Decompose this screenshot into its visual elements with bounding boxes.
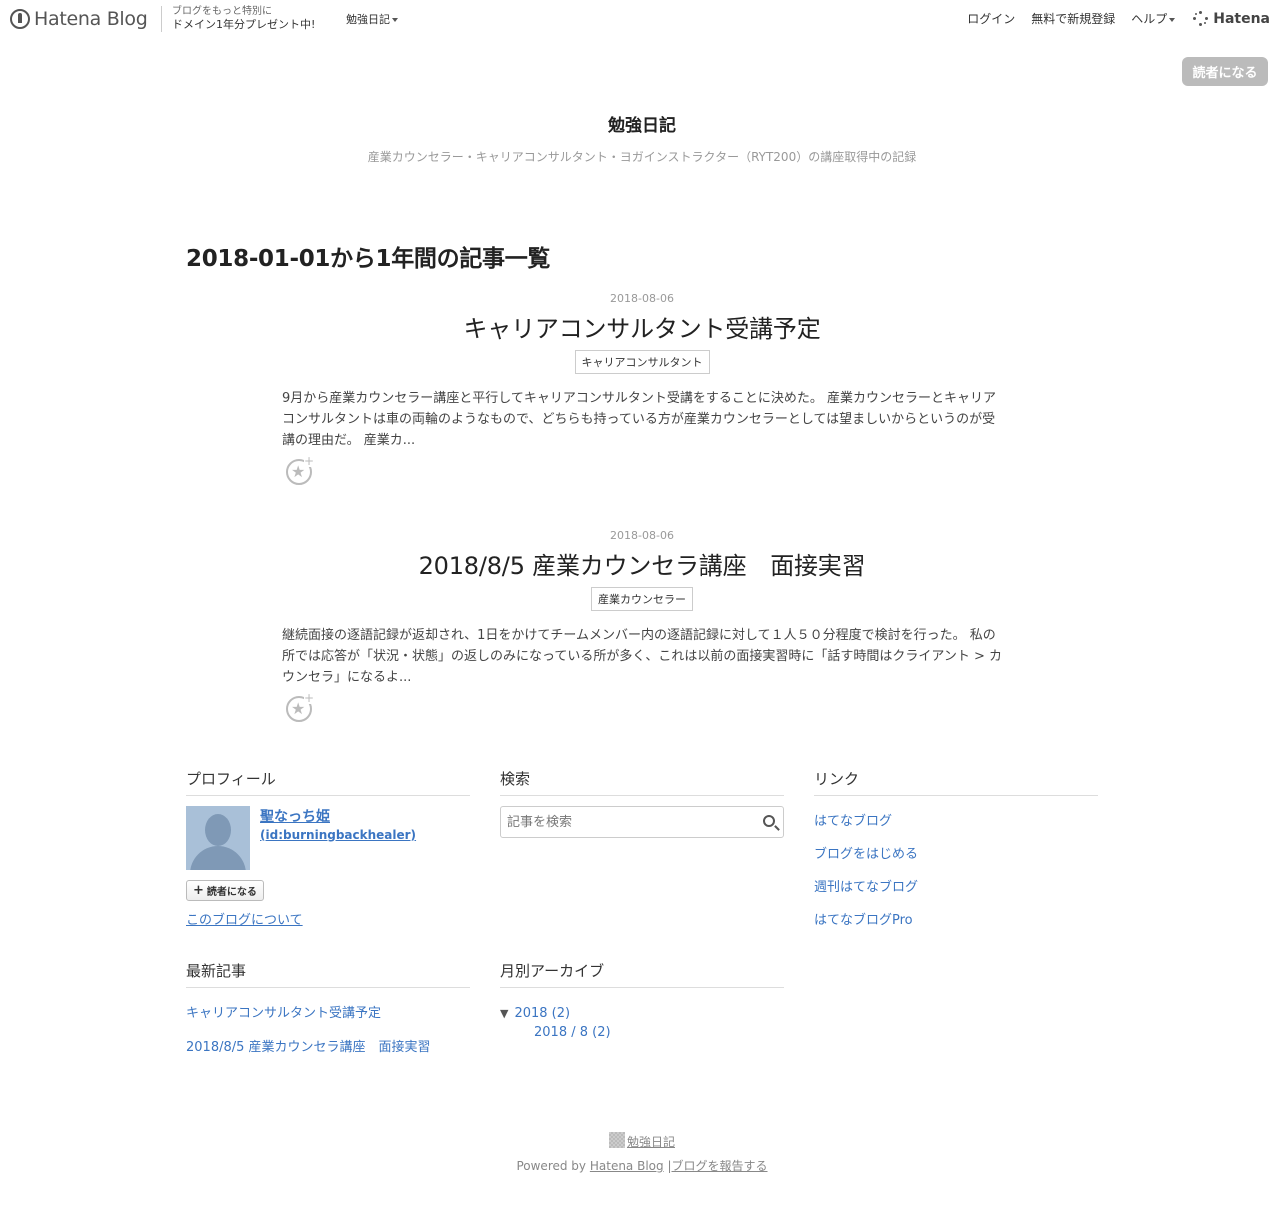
subscribe-button[interactable]: 読者になる xyxy=(1182,57,1268,86)
plus-icon: + xyxy=(193,883,204,898)
links-module: リンク はてなブログ ブログをはじめる 週刊はてなブログ はてなブログPro xyxy=(814,768,1098,946)
module-title-profile: プロフィール xyxy=(186,768,470,796)
blog-favicon-icon xyxy=(608,1132,625,1148)
blog-description: 産業カウンセラー・キャリアコンサルタント・ヨガインストラクター（RYT200）の… xyxy=(367,150,917,164)
module-title-archive: 月別アーカイブ xyxy=(500,960,784,988)
hatena-blog-footer-link[interactable]: Hatena Blog xyxy=(590,1159,664,1173)
help-dropdown[interactable]: ヘルプ xyxy=(1131,10,1176,27)
login-link[interactable]: ログイン xyxy=(967,10,1015,27)
link-start-blog[interactable]: ブログをはじめる xyxy=(814,847,918,862)
recent-entry-link[interactable]: 2018/8/5 産業カウンセラ講座 面接実習 xyxy=(186,1040,431,1055)
entry-summary: 9月から産業カウンセラー講座と平行してキャリアコンサルタント受講をすることに決め… xyxy=(282,391,997,448)
avatar[interactable] xyxy=(186,806,250,870)
blog-menu-dropdown[interactable]: 勉強日記 xyxy=(346,11,398,27)
hatena-blog-logo-text: Hatena Blog xyxy=(34,8,148,30)
about-blog-link[interactable]: このブログについて xyxy=(186,909,470,928)
profile-subscribe-button[interactable]: + 読者になる xyxy=(186,880,264,901)
entry-category-tag[interactable]: 産業カウンセラー xyxy=(591,587,693,611)
link-hatena-blog-pro[interactable]: はてなブログPro xyxy=(814,913,913,928)
module-title-recent: 最新記事 xyxy=(186,960,470,988)
search-module: 検索 xyxy=(500,768,784,838)
profile-id-link[interactable]: (id:burningbackhealer) xyxy=(260,828,416,842)
search-form xyxy=(500,806,784,838)
profile-subscribe-label: 読者になる xyxy=(206,887,257,898)
entry-category-tag[interactable]: キャリアコンサルタント xyxy=(574,350,710,374)
hatena-blog-logo[interactable]: Hatena Blog xyxy=(10,6,148,32)
add-star-icon[interactable] xyxy=(286,692,314,722)
archive-year-link[interactable]: 2018 (2) xyxy=(514,1006,570,1021)
entry-title-link[interactable]: キャリアコンサルタント受講予定 xyxy=(282,309,1002,344)
footer-blog-link[interactable]: 勉強日記 xyxy=(627,1135,675,1149)
link-weekly-hatena-blog[interactable]: 週刊はてなブログ xyxy=(814,880,918,895)
profile-name-link[interactable]: 聖なっち姫 xyxy=(260,806,416,826)
footer-blog-name: 勉強日記 xyxy=(0,1132,1284,1150)
profile-module: プロフィール 聖なっち姫 (id:burningbackhealer) + 読者… xyxy=(186,768,470,928)
module-title-search: 検索 xyxy=(500,768,784,796)
page-title: 2018-01-01から1年間の記事一覧 xyxy=(186,246,551,272)
hatena-brand-text: Hatena xyxy=(1213,10,1270,27)
recent-entry-link[interactable]: キャリアコンサルタント受講予定 xyxy=(186,1006,381,1021)
archive-month-link[interactable]: 2018 / 8 (2) xyxy=(534,1025,611,1040)
archive-toggle-icon[interactable]: ▼ xyxy=(500,1007,508,1020)
entry-date: 2018-08-06 xyxy=(610,292,674,305)
powered-by-label: Powered by xyxy=(516,1159,587,1173)
caret-down-icon xyxy=(1169,17,1176,22)
entry-title-link[interactable]: 2018/8/5 産業カウンセラ講座 面接実習 xyxy=(282,546,1002,581)
footer-powered: Powered by Hatena Blog |ブログを報告する xyxy=(0,1157,1284,1174)
blog-menu-label: 勉強日記 xyxy=(346,13,390,26)
help-label: ヘルプ xyxy=(1131,12,1168,26)
add-star-icon[interactable] xyxy=(286,455,314,485)
signup-link[interactable]: 無料で新規登録 xyxy=(1031,10,1115,27)
promo-line-1: ブログをもっと特別に xyxy=(172,6,272,17)
report-blog-link[interactable]: ブログを報告する xyxy=(672,1159,768,1173)
entry-summary: 継続面接の逐語記録が返却され、1日をかけてチームメンバー内の逐語記録に対して１人… xyxy=(282,628,1002,685)
promo-line-2: ドメイン1年分プレゼント中! xyxy=(172,18,316,31)
search-icon[interactable] xyxy=(763,815,775,827)
hatena-blog-logo-icon xyxy=(10,9,30,29)
global-nav: ログイン 無料で新規登録 ヘルプ Hatena xyxy=(951,10,1270,27)
global-header: Hatena Blog ブログをもっと特別に ドメイン1年分プレゼント中! 勉強… xyxy=(0,0,1284,38)
module-title-links: リンク xyxy=(814,768,1098,796)
archive-entry: 2018-08-06 キャリアコンサルタント受講予定 キャリアコンサルタント 9… xyxy=(282,292,1002,485)
recent-entries-module: 最新記事 キャリアコンサルタント受講予定 2018/8/5 産業カウンセラ講座 … xyxy=(186,960,470,1074)
domain-promo-link[interactable]: ブログをもっと特別に ドメイン1年分プレゼント中! xyxy=(161,6,315,32)
hatena-brand-link[interactable]: Hatena xyxy=(1193,10,1270,27)
blog-title[interactable]: 勉強日記 xyxy=(0,111,1284,136)
archive-entry: 2018-08-06 2018/8/5 産業カウンセラ講座 面接実習 産業カウン… xyxy=(282,529,1002,722)
caret-down-icon xyxy=(392,18,398,22)
hatena-dots-icon xyxy=(1193,10,1209,27)
archive-module: 月別アーカイブ ▼ 2018 (2) 2018 / 8 (2) xyxy=(500,960,784,1040)
search-input[interactable] xyxy=(501,807,783,837)
entry-date: 2018-08-06 xyxy=(610,529,674,542)
link-hatena-blog[interactable]: はてなブログ xyxy=(814,814,892,829)
